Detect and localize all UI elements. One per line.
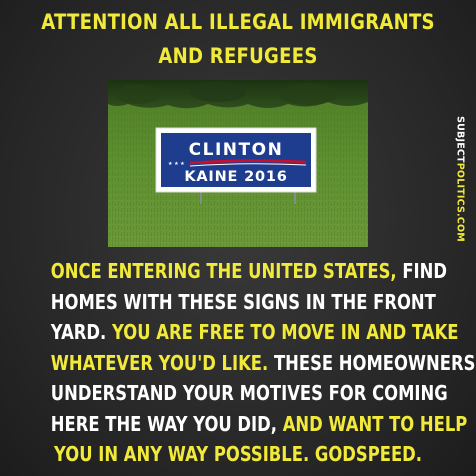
body-line-6: HERE THE WAY YOU DID, AND WANT TO HELP xyxy=(50,411,468,436)
svg-text:★ ★ ★: ★ ★ ★ xyxy=(168,161,185,167)
headline-line-1: ATTENTION ALL ILLEGAL IMMIGRANTS xyxy=(41,10,435,34)
sign-bottom-text: KAINE 2016 xyxy=(184,169,287,185)
body-line-7: YOU IN ANY WAY POSSIBLE. GODSPEED. xyxy=(54,442,423,466)
watermark-site-credit: SUBJECTPOLITICS.COM xyxy=(451,104,469,254)
watermark-text: SUBJECTPOLITICS.COM xyxy=(454,116,466,242)
body-line-3: YARD. YOU ARE FREE TO MOVE IN AND TAKE xyxy=(50,320,459,344)
sign-top-text: CLINTON xyxy=(189,140,284,160)
body-message: ONCE ENTERING THE UNITED STATES, FIND HO… xyxy=(4,256,476,470)
body-line-1: ONCE ENTERING THE UNITED STATES, FIND xyxy=(50,259,447,283)
yard-sign-photo: CLINTON ★ ★ ★ KAINE 2016 xyxy=(108,80,368,247)
yard-sign-photo-graphic: CLINTON ★ ★ ★ KAINE 2016 xyxy=(108,80,368,247)
body-line-5: UNDERSTAND YOUR MOTIVES FOR COMING xyxy=(50,381,448,405)
body-line-4: WHATEVER YOU'D LIKE. THESE HOMEOWNERS xyxy=(50,350,476,375)
headline-line-2: AND REFUGEES xyxy=(158,44,318,68)
campaign-yard-sign: CLINTON ★ ★ ★ KAINE 2016 xyxy=(155,127,317,193)
meme-canvas: ATTENTION ALL ILLEGAL IMMIGRANTS AND REF… xyxy=(0,0,476,476)
body-line-2: HOMES WITH THESE SIGNS IN THE FRONT xyxy=(50,289,436,314)
